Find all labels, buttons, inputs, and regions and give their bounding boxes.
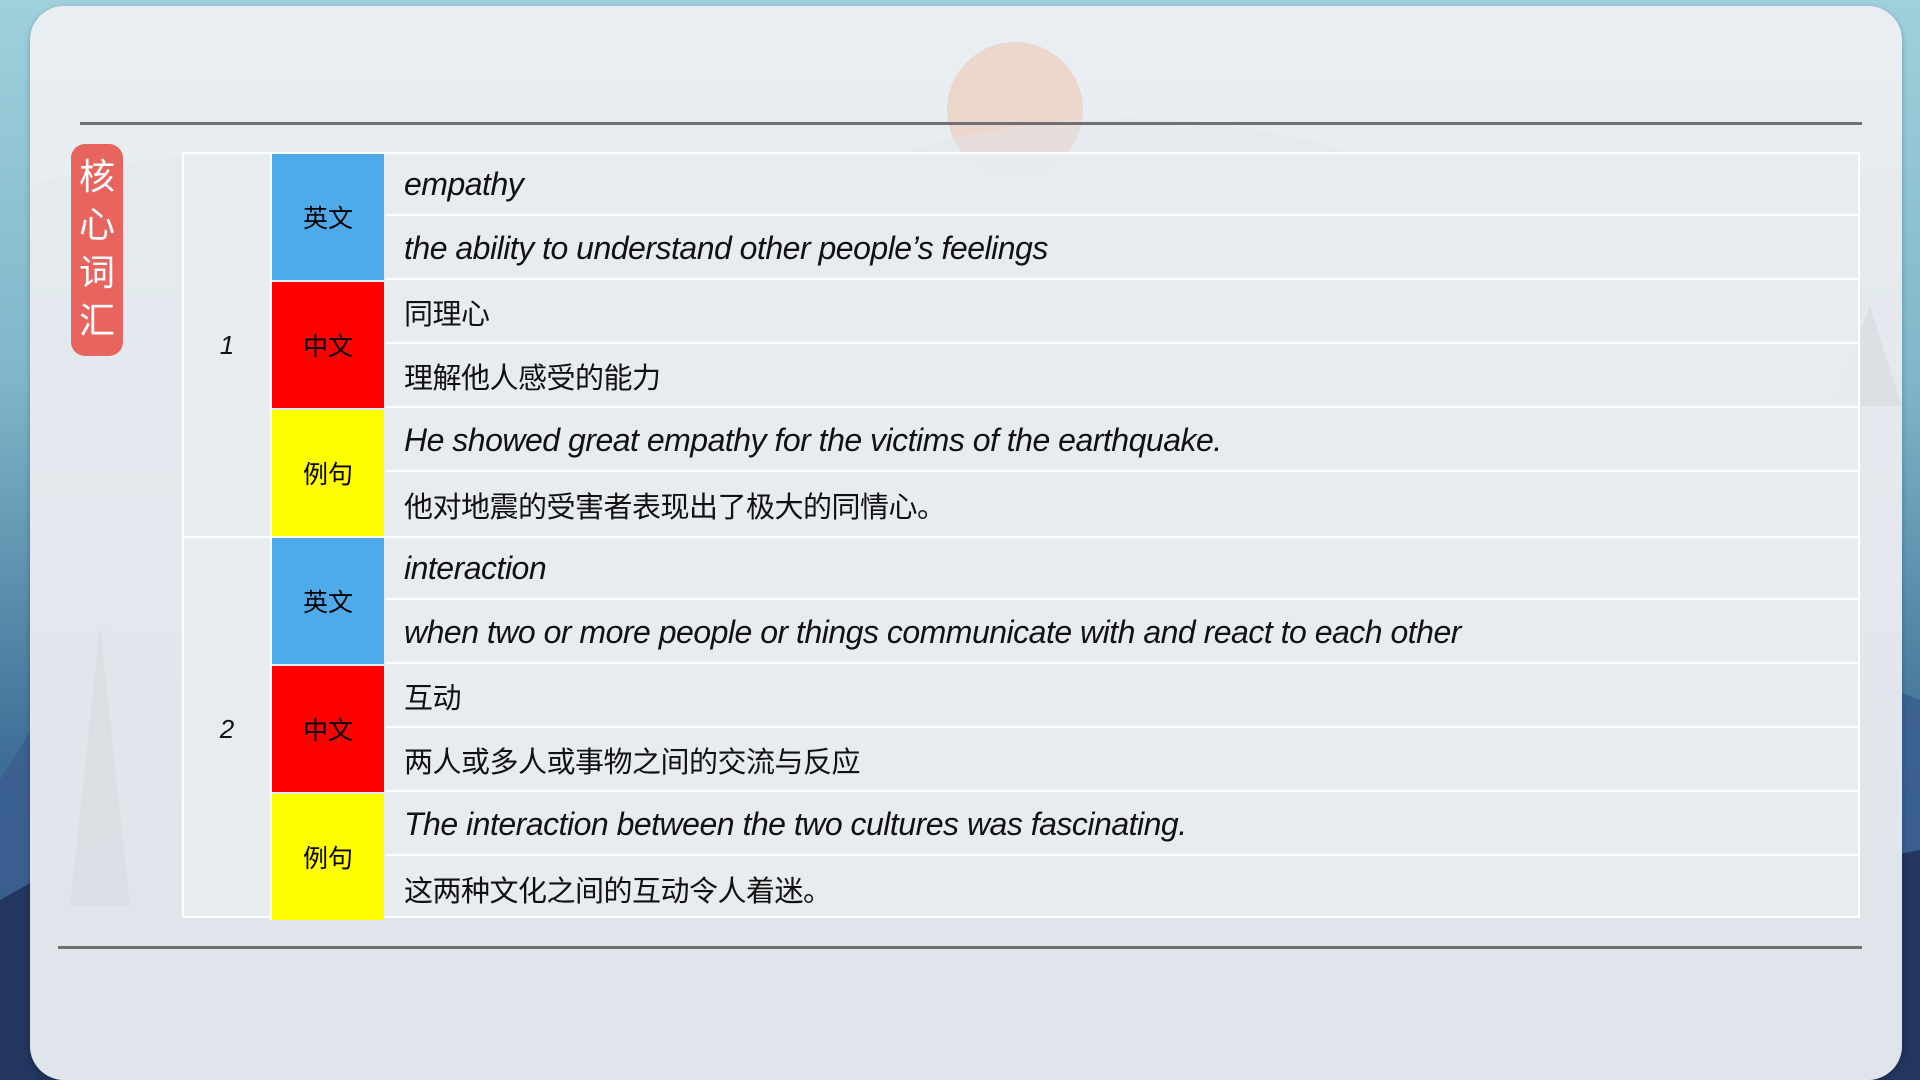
example-sentence-en: The interaction between the two cultures… xyxy=(386,794,1858,856)
vocabulary-table: 1 英文 中文 例句 empathy the ability to unders… xyxy=(182,152,1860,920)
english-tag: 英文 xyxy=(272,538,384,664)
entry-number: 1 xyxy=(184,154,272,536)
chinese-definition: 两人或多人或事物之间的交流与反应 xyxy=(386,730,1858,792)
entry-number: 2 xyxy=(184,538,272,920)
badge-char: 核 xyxy=(78,157,115,198)
example-sentence-cn: 这两种文化之间的互动令人着迷。 xyxy=(404,874,832,908)
vocabulary-entry: 2 英文 中文 例句 interaction when two or more … xyxy=(184,536,1858,920)
chinese-word: 互动 xyxy=(386,666,1858,728)
chinese-tag: 中文 xyxy=(272,282,384,408)
badge-char: 心 xyxy=(78,205,115,246)
english-definition: when two or more people or things commun… xyxy=(386,602,1858,664)
chinese-definition: 理解他人感受的能力 xyxy=(386,346,1858,408)
example-sentence-cn: 他对地震的受害者表现出了极大的同情心。 xyxy=(404,490,946,524)
example-sentence-en: He showed great empathy for the victims … xyxy=(386,410,1858,472)
badge-char: 词 xyxy=(78,253,115,294)
core-vocabulary-badge: 核 心 词 汇 xyxy=(71,144,123,356)
bottom-divider xyxy=(58,946,1862,949)
content-card: 核 心 词 汇 1 英文 中文 例句 empathy the ability t… xyxy=(30,6,1902,1080)
example-tag: 例句 xyxy=(272,410,384,536)
chinese-tag: 中文 xyxy=(272,666,384,792)
top-divider xyxy=(80,122,1862,125)
badge-char: 汇 xyxy=(78,301,115,342)
english-tag: 英文 xyxy=(272,154,384,280)
english-word: empathy xyxy=(386,154,1858,216)
english-definition: the ability to understand other people’s… xyxy=(386,218,1858,280)
example-tag: 例句 xyxy=(272,794,384,920)
vocabulary-entry: 1 英文 中文 例句 empathy the ability to unders… xyxy=(184,154,1858,536)
english-word: interaction xyxy=(386,538,1858,600)
chinese-word: 同理心 xyxy=(386,282,1858,344)
